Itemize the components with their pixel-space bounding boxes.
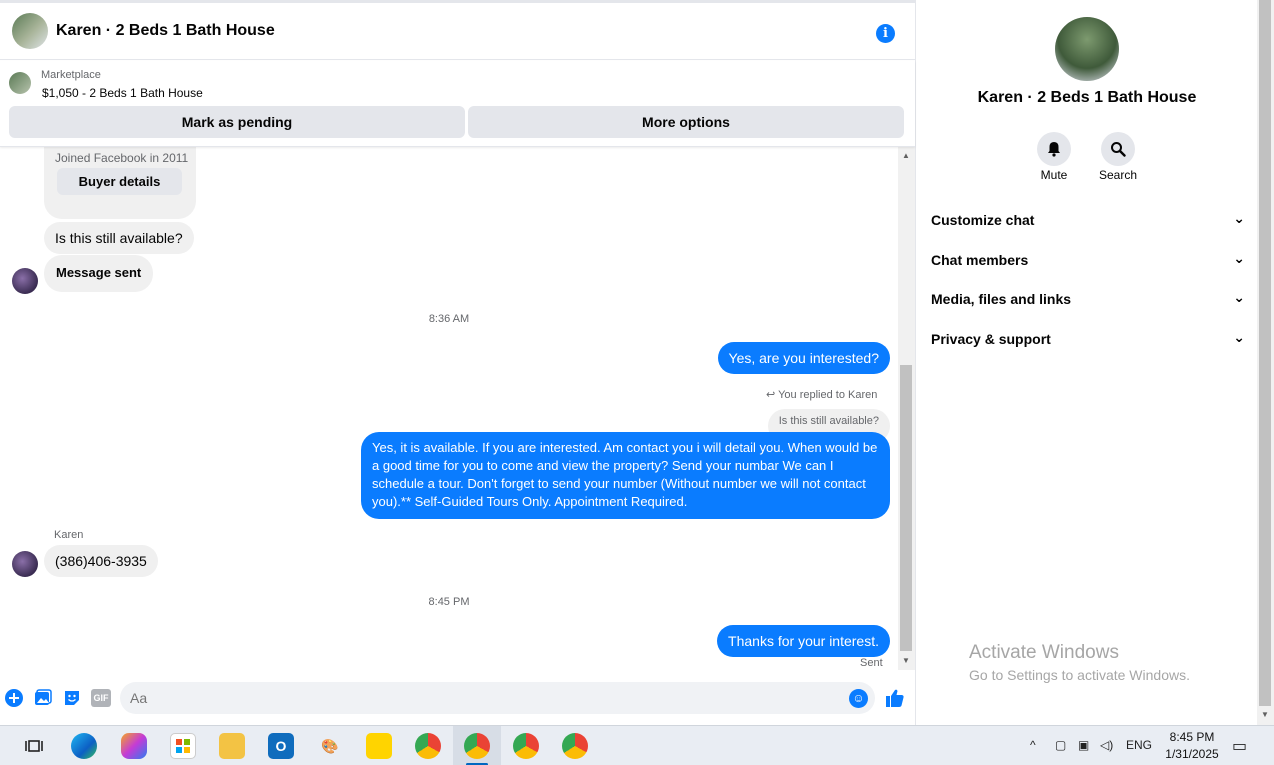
search-button[interactable] (1101, 132, 1135, 166)
plus-icon[interactable] (5, 689, 23, 707)
section-label: Customize chat (931, 212, 1035, 228)
listing-thumbnail[interactable] (9, 72, 31, 94)
task-view-icon[interactable] (21, 733, 47, 759)
clock-time[interactable]: 8:45 PM (1162, 730, 1222, 744)
outgoing-message-bubble[interactable]: Yes, it is available. If you are interes… (361, 432, 890, 519)
outgoing-message-bubble[interactable]: Thanks for your interest. (717, 625, 890, 657)
conversation-info-panel: Karen · 2 Beds 1 Bath House Mute Search … (915, 0, 1257, 725)
message-bubble[interactable]: (386)406-3935 (44, 545, 158, 577)
message-input-wrapper[interactable]: ☺ (120, 682, 875, 714)
profile-name: Karen · 2 Beds 1 Bath House (977, 89, 1197, 106)
sender-avatar[interactable] (12, 551, 38, 577)
chevron-down-icon: ⌄ (1233, 329, 1245, 345)
buyer-joined-text: Joined Facebook in 2011 (55, 151, 189, 165)
message-input[interactable] (130, 688, 830, 708)
taskbar: O 🎨 ^ ▢ ▣ ◁) ENG 8:45 PM 1/31/2025 ▭ (0, 725, 1274, 765)
listing-category: Marketplace (41, 69, 101, 81)
timestamp: 8:45 PM (428, 596, 470, 608)
sender-avatar[interactable] (12, 268, 38, 294)
app-window: Karen · 2 Beds 1 Bath House i Marketplac… (0, 0, 1274, 765)
emoji-icon[interactable]: ☺ (849, 689, 868, 708)
section-label: Media, files and links (931, 291, 1072, 307)
mute-button[interactable] (1037, 132, 1071, 166)
scroll-down-arrow-icon[interactable]: ▼ (902, 656, 910, 665)
chat-scrollbar[interactable]: ▲ ▼ (898, 147, 915, 670)
search-label: Search (1098, 168, 1138, 182)
message-bubble[interactable]: Is this still available? (44, 222, 194, 254)
reply-icon: ↩ (766, 389, 776, 401)
profile-avatar[interactable] (1055, 17, 1119, 81)
language-indicator[interactable]: ENG (1126, 738, 1152, 752)
activate-windows-title: Activate Windows (969, 642, 1119, 663)
mute-label: Mute (1040, 168, 1068, 182)
sender-name: Karen (54, 529, 84, 541)
bell-icon (1048, 142, 1060, 157)
chrome-icon[interactable] (562, 733, 588, 759)
listing-bar: Marketplace $1,050 - 2 Beds 1 Bath House… (0, 61, 915, 147)
sticker-icon[interactable] (63, 689, 81, 707)
reply-indicator-text: You replied to Karen (778, 389, 878, 401)
photo-icon[interactable] (34, 689, 52, 707)
listing-title[interactable]: $1,050 - 2 Beds 1 Bath House (42, 86, 203, 100)
store-icon[interactable] (170, 733, 196, 759)
section-chat-members[interactable]: Chat members ⌄ (931, 248, 1245, 272)
scrollbar-thumb[interactable] (1259, 0, 1271, 706)
notification-icon[interactable]: ▭ (1232, 736, 1247, 756)
chevron-down-icon: ⌄ (1233, 289, 1245, 305)
info-icon[interactable]: i (876, 24, 895, 43)
buyer-details-button[interactable]: Buyer details (57, 168, 182, 195)
chat-avatar[interactable] (12, 13, 48, 49)
section-label: Privacy & support (931, 331, 1051, 347)
scroll-up-arrow-icon[interactable]: ▲ (902, 151, 910, 160)
chrome-icon[interactable] (513, 733, 539, 759)
buyer-info-card: Joined Facebook in 2011 Buyer details (44, 147, 196, 219)
activate-windows-subtitle: Go to Settings to activate Windows. (969, 667, 1190, 683)
chat-title[interactable]: Karen · 2 Beds 1 Bath House (56, 22, 275, 40)
message-status: Sent (860, 657, 883, 669)
chat-header: Karen · 2 Beds 1 Bath House i (0, 0, 915, 60)
page-scrollbar[interactable]: ▼ (1257, 0, 1274, 725)
search-icon (1111, 142, 1126, 157)
clock-date[interactable]: 1/31/2025 (1162, 747, 1222, 761)
section-media-files-links[interactable]: Media, files and links ⌄ (931, 287, 1245, 311)
mark-as-pending-button[interactable]: Mark as pending (9, 106, 465, 138)
section-privacy-support[interactable]: Privacy & support ⌄ (931, 327, 1245, 351)
network-icon[interactable]: ▣ (1078, 738, 1089, 752)
scrollbar-thumb[interactable] (900, 365, 912, 651)
scroll-down-arrow-icon[interactable]: ▼ (1261, 710, 1269, 719)
volume-icon[interactable]: ◁) (1100, 738, 1113, 752)
composer: GIF ☺ (0, 680, 915, 716)
timestamp: 8:36 AM (428, 313, 470, 325)
chrome-icon[interactable] (415, 733, 441, 759)
chrome-icon[interactable] (464, 733, 490, 759)
section-customize-chat[interactable]: Customize chat ⌄ (931, 208, 1245, 232)
reply-indicator: ↩ You replied to Karen (766, 388, 877, 401)
message-sent-bubble[interactable]: Message sent (44, 255, 154, 292)
gif-icon[interactable]: GIF (91, 689, 111, 707)
paint-icon[interactable]: 🎨 (317, 733, 343, 759)
chevron-up-icon[interactable]: ^ (1030, 738, 1036, 752)
edge-browser-icon[interactable] (71, 733, 97, 759)
thumbs-up-icon[interactable] (885, 688, 905, 708)
meet-icon[interactable]: ▢ (1055, 738, 1066, 752)
outlook-icon[interactable]: O (268, 733, 294, 759)
file-explorer-icon[interactable] (219, 733, 245, 759)
outgoing-message-bubble[interactable]: Yes, are you interested? (717, 342, 890, 374)
more-options-button[interactable]: More options (468, 106, 904, 138)
sticky-notes-icon[interactable] (366, 733, 392, 759)
chevron-down-icon: ⌄ (1233, 250, 1245, 266)
copilot-icon[interactable] (121, 733, 147, 759)
chat-panel: Karen · 2 Beds 1 Bath House i Marketplac… (0, 0, 915, 725)
chevron-down-icon: ⌄ (1233, 210, 1245, 226)
message-list[interactable]: Joined Facebook in 2011 Buyer details Is… (0, 147, 898, 670)
section-label: Chat members (931, 252, 1029, 268)
